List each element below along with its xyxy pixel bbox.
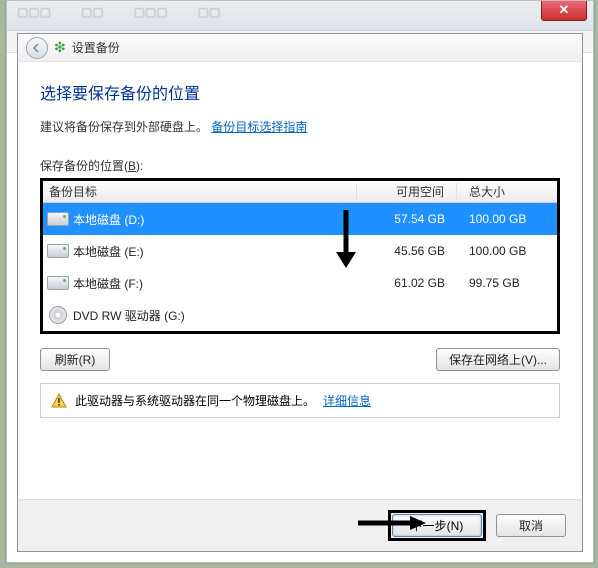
- wizard-content: 选择要保存备份的位置 建议将备份保存到外部硬盘上。 备份目标选择指南 保存备份的…: [18, 62, 582, 499]
- wizard-dialog: ❇ 设置备份 选择要保存备份的位置 建议将备份保存到外部硬盘上。 备份目标选择指…: [17, 33, 583, 552]
- table-row[interactable]: 本地磁盘 (F:)61.02 GB99.75 GB: [43, 267, 557, 299]
- drive-free: 61.02 GB: [357, 276, 457, 290]
- guide-link[interactable]: 备份目标选择指南: [211, 120, 307, 134]
- button-row: 刷新(R) 保存在网络上(V)...: [40, 348, 560, 371]
- cancel-button[interactable]: 取消: [496, 514, 566, 537]
- table-body: 本地磁盘 (D:)57.54 GB100.00 GB本地磁盘 (E:)45.56…: [43, 203, 557, 331]
- drive-name: 本地磁盘 (E:): [73, 243, 357, 260]
- table-row[interactable]: 本地磁盘 (E:)45.56 GB100.00 GB: [43, 235, 557, 267]
- loc-u: B: [128, 159, 136, 173]
- drive-total: 100.00 GB: [457, 212, 557, 226]
- table-row[interactable]: 本地磁盘 (D:)57.54 GB100.00 GB: [43, 203, 557, 235]
- hard-drive-icon: [47, 244, 69, 258]
- drive-total: 100.00 GB: [457, 244, 557, 258]
- wizard-header: ❇ 设置备份: [18, 34, 582, 62]
- dvd-drive-icon: [49, 306, 67, 324]
- warning-text: 此驱动器与系统驱动器在同一个物理磁盘上。: [75, 392, 315, 409]
- drive-total: 99.75 GB: [457, 276, 557, 290]
- next-button[interactable]: 下一步(N): [392, 514, 482, 537]
- intro-prefix: 建议将备份保存到外部硬盘上。: [40, 120, 208, 134]
- save-network-button[interactable]: 保存在网络上(V)...: [436, 348, 560, 371]
- intro-text: 建议将备份保存到外部硬盘上。 备份目标选择指南: [40, 118, 560, 135]
- hard-drive-icon: [47, 212, 69, 226]
- background-window: ▢▢▢▢▢▢▢▢▢▢ ✕ 本地磁盘文件 ❇ 设置备份 选择要保存备份的位置 建议…: [6, 0, 594, 563]
- drive-free: 57.54 GB: [357, 212, 457, 226]
- drive-table: 备份目标 可用空间 总大小 本地磁盘 (D:)57.54 GB100.00 GB…: [40, 178, 560, 334]
- page-heading: 选择要保存备份的位置: [40, 80, 560, 104]
- next-button-highlight: 下一步(N): [388, 510, 486, 541]
- drive-name: 本地磁盘 (D:): [73, 211, 357, 228]
- table-header: 备份目标 可用空间 总大小: [43, 181, 557, 203]
- loc-pre: 保存备份的位置(: [40, 159, 128, 173]
- loc-post: ):: [136, 159, 143, 173]
- warning-box: 此驱动器与系统驱动器在同一个物理磁盘上。 详细信息: [40, 383, 560, 418]
- drive-name: 本地磁盘 (F:): [73, 275, 357, 292]
- wizard-footer: 下一步(N) 取消: [18, 499, 582, 551]
- col-total[interactable]: 总大小: [457, 183, 557, 200]
- refresh-button[interactable]: 刷新(R): [40, 348, 110, 371]
- warning-details-link[interactable]: 详细信息: [323, 392, 371, 409]
- blurred-background-text: ▢▢▢▢▢▢▢▢▢▢: [17, 5, 220, 19]
- table-row[interactable]: DVD RW 驱动器 (G:): [43, 299, 557, 331]
- location-label: 保存备份的位置(B):: [40, 157, 560, 174]
- wizard-title: 设置备份: [72, 39, 120, 56]
- drive-free: 45.56 GB: [357, 244, 457, 258]
- drive-name: DVD RW 驱动器 (G:): [73, 307, 357, 324]
- titlebar: ▢▢▢▢▢▢▢▢▢▢ ✕: [7, 1, 593, 31]
- warning-icon: [51, 393, 67, 409]
- back-button[interactable]: [26, 37, 48, 59]
- backup-icon: ❇: [54, 39, 66, 56]
- col-free[interactable]: 可用空间: [357, 183, 457, 200]
- close-button[interactable]: ✕: [541, 1, 587, 21]
- hard-drive-icon: [47, 276, 69, 290]
- col-target[interactable]: 备份目标: [43, 183, 357, 200]
